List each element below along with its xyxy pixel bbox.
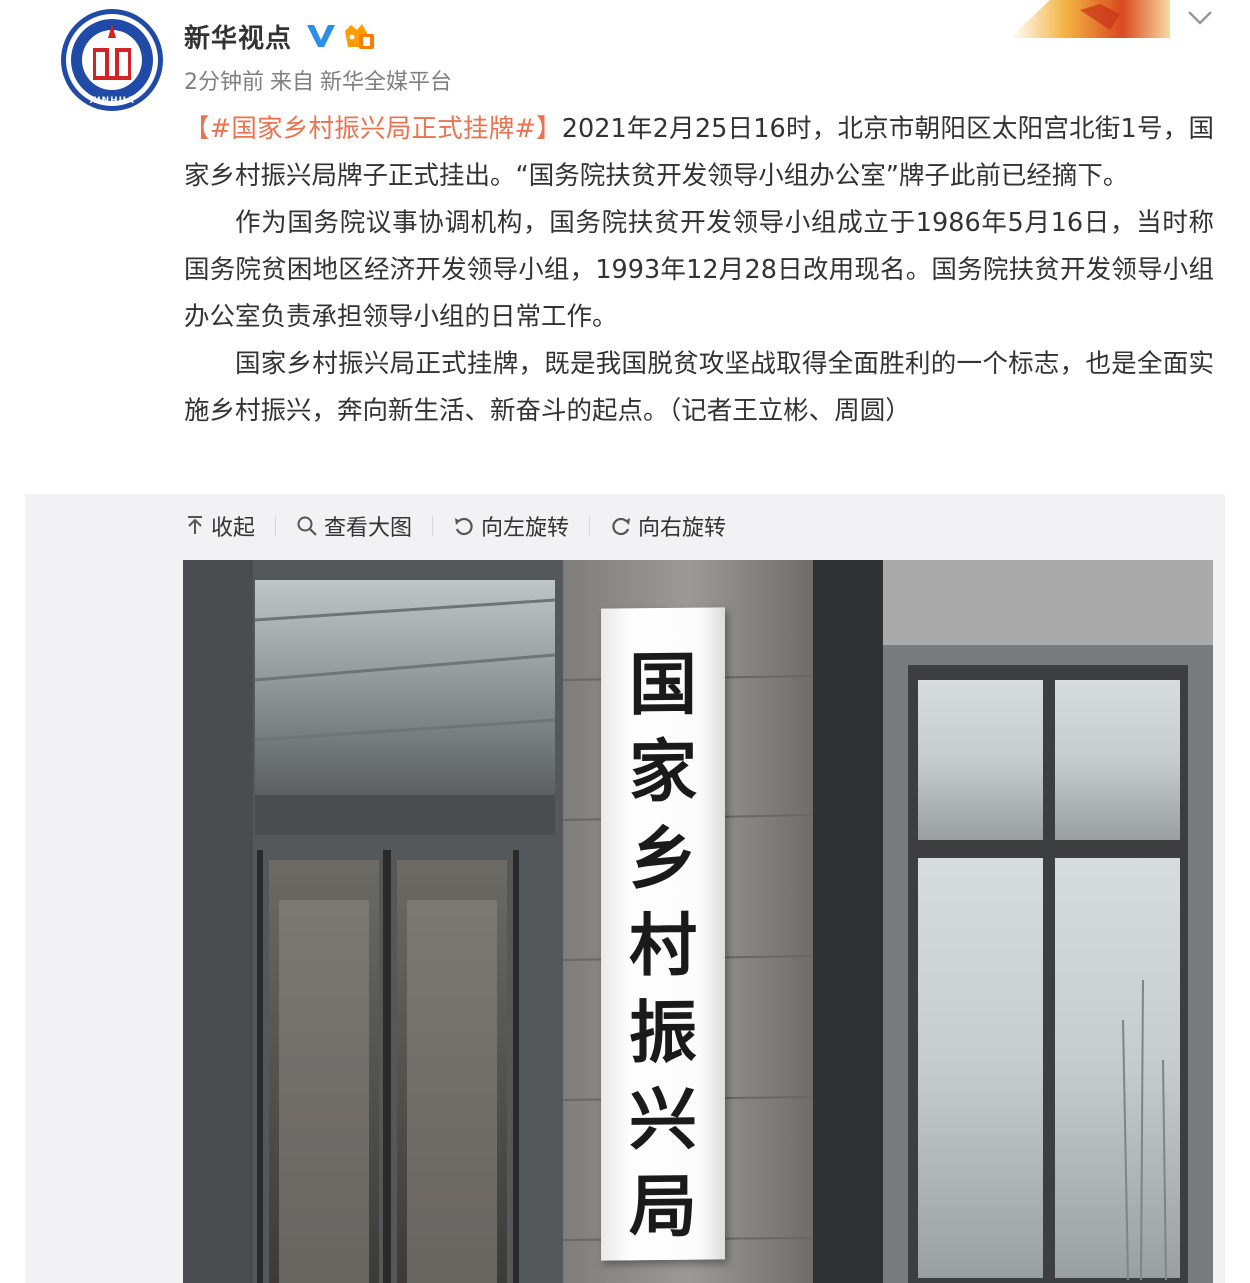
sign-board: 国 家 乡 村 振 兴 局 xyxy=(601,607,725,1261)
post-meta: 2分钟前 来自 新华全媒平台 xyxy=(184,64,458,96)
post-text: 【#国家乡村振兴局正式挂牌#】2021年2月25日16时，北京市朝阳区太阳宫北街… xyxy=(184,106,1214,435)
sign-char: 村 xyxy=(628,905,697,987)
collapse-label: 收起 xyxy=(211,516,256,541)
chevron-down-icon[interactable] xyxy=(1186,8,1214,28)
rotate-left-label: 向左旋转 xyxy=(481,516,570,541)
member-crown-icon[interactable] xyxy=(342,21,376,51)
post-photo[interactable]: 国 家 乡 村 振 兴 局 xyxy=(183,560,1213,1283)
xinhua-logo: XINHUA xyxy=(61,9,163,111)
post-paragraph-2: 作为国务院议事协调机构，国务院扶贫开发领导小组成立于1986年5月16日，当时称… xyxy=(184,208,1214,332)
post-paragraph-1: 【#国家乡村振兴局正式挂牌#】2021年2月25日16时，北京市朝阳区太阳宫北街… xyxy=(184,106,1214,200)
arrow-up-icon xyxy=(188,516,202,534)
verified-v-icon[interactable] xyxy=(306,23,336,49)
post-source[interactable]: 新华全媒平台 xyxy=(320,70,452,95)
rotate-right-button[interactable]: 向右旋转 xyxy=(610,510,726,542)
source-prefix: 来自 xyxy=(270,70,315,95)
view-large-button[interactable]: 查看大图 xyxy=(296,510,412,542)
magnifier-icon xyxy=(297,516,317,536)
avatar[interactable]: XINHUA xyxy=(60,8,164,112)
sign-char: 国 xyxy=(628,644,697,726)
user-name[interactable]: 新华视点 xyxy=(184,18,292,55)
sign-char: 振 xyxy=(628,992,697,1074)
post-time[interactable]: 2分钟前 xyxy=(184,70,264,95)
sign-char: 兴 xyxy=(628,1079,697,1161)
rotate-left-button[interactable]: 向左旋转 xyxy=(453,510,569,542)
sign-char: 家 xyxy=(628,731,697,813)
topic-hashtag-link[interactable]: 【#国家乡村振兴局正式挂牌#】 xyxy=(184,114,562,144)
toolbar-divider xyxy=(432,516,434,536)
sign-char: 局 xyxy=(628,1166,697,1248)
weibo-post: XINHUA 新华视点 2分钟前 来自 新华全媒平台 【#国家乡村振兴局正式挂牌… xyxy=(0,0,1250,1283)
toolbar-divider xyxy=(275,516,277,536)
collapse-button[interactable]: 收起 xyxy=(185,510,255,542)
svg-text:XINHUA: XINHUA xyxy=(89,96,134,106)
post-paragraph-3: 国家乡村振兴局正式挂牌，既是我国脱贫攻坚战取得全面胜利的一个标志，也是全面实施乡… xyxy=(184,349,1214,426)
media-panel: 收起 查看大图 向左旋转 向右旋转 国 家 乡 村 振 兴 局 xyxy=(25,494,1225,1283)
sign-char: 乡 xyxy=(628,818,697,900)
toolbar-divider xyxy=(589,516,591,536)
media-toolbar: 收起 查看大图 向左旋转 向右旋转 xyxy=(185,508,726,544)
rotate-left-icon xyxy=(455,517,473,536)
user-line: 新华视点 xyxy=(184,16,376,56)
rotate-right-label: 向右旋转 xyxy=(638,516,727,541)
card-decoration-image xyxy=(1010,0,1170,38)
view-large-label: 查看大图 xyxy=(324,516,413,541)
rotate-right-icon xyxy=(612,517,631,536)
